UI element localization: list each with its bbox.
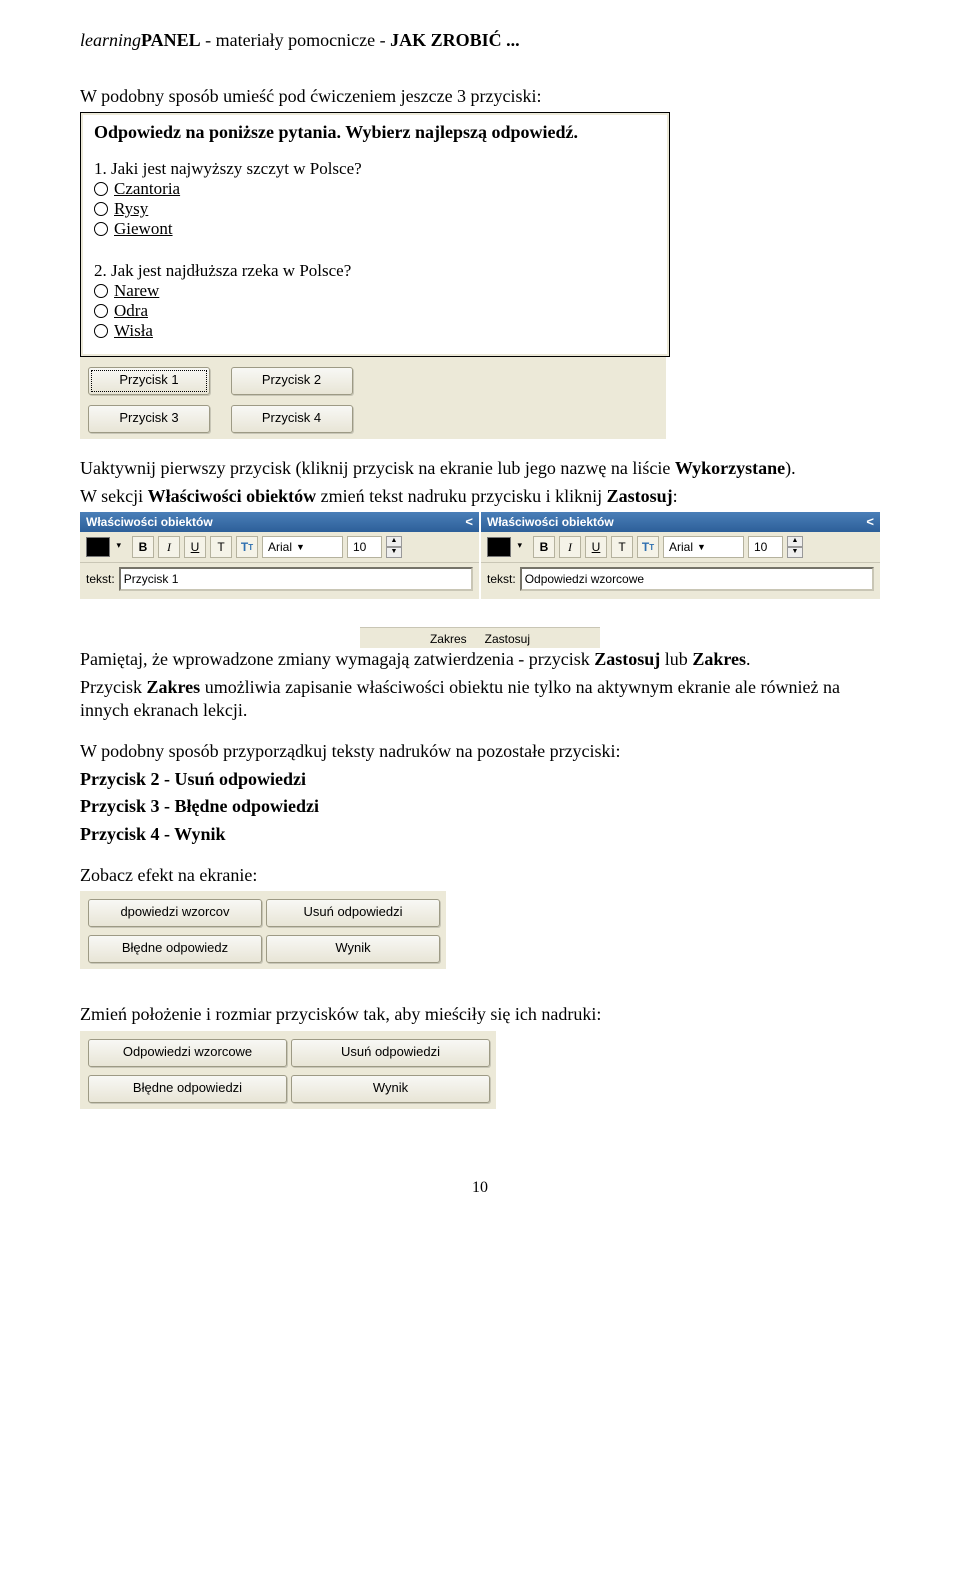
size-spinner[interactable]: ▲▼ bbox=[787, 536, 803, 558]
zastosuj-header[interactable]: Zastosuj bbox=[485, 632, 530, 646]
hdr-tail: JAK ZROBIĆ ... bbox=[390, 30, 520, 50]
size-input[interactable]: 10 bbox=[347, 536, 382, 558]
hdr-mid: - materiały pomocnicze - bbox=[201, 30, 390, 50]
eff2-btn-2[interactable]: Usuń odpowiedzi bbox=[291, 1039, 490, 1067]
radio-icon bbox=[94, 324, 108, 338]
exercise-title: Odpowiedz na poniższe pytania. Wybierz n… bbox=[94, 122, 656, 143]
collapse-icon[interactable]: < bbox=[465, 512, 473, 532]
underline-button[interactable]: U bbox=[585, 536, 607, 558]
format-toolbar: B I U T TT Arial▼ 10 ▲▼ bbox=[481, 532, 880, 563]
properties-panel-right: Właściwości obiektów < B I U T TT Arial▼… bbox=[481, 512, 880, 599]
eff2-btn-4[interactable]: Wynik bbox=[291, 1075, 490, 1103]
przycisk-2-button[interactable]: Przycisk 2 bbox=[231, 367, 353, 395]
tekst-input-left[interactable]: Przycisk 1 bbox=[119, 567, 473, 591]
para-activate: Uaktywnij pierwszy przycisk (kliknij prz… bbox=[80, 457, 880, 480]
bold-button[interactable]: B bbox=[533, 536, 555, 558]
q2-opt-3[interactable]: Wisła bbox=[94, 321, 656, 341]
effect-grid-1: dpowiedzi wzorcov Usuń odpowiedzi Błędne… bbox=[80, 891, 446, 969]
zakres-zastosuj-bar: Zakres Zastosuj bbox=[360, 627, 600, 648]
para-assign: W podobny sposób przyporządkuj teksty na… bbox=[80, 740, 880, 763]
przycisk-1-button[interactable]: Przycisk 1 bbox=[88, 367, 210, 395]
q2-opt-1[interactable]: Narew bbox=[94, 281, 656, 301]
page-number: 10 bbox=[80, 1179, 880, 1197]
effect-grid-2: Odpowiedzi wzorcowe Usuń odpowiedzi Błęd… bbox=[80, 1031, 496, 1109]
text-button[interactable]: T bbox=[611, 536, 633, 558]
radio-icon bbox=[94, 182, 108, 196]
font-color-icon[interactable]: TT bbox=[637, 536, 659, 558]
bold-button[interactable]: B bbox=[132, 536, 154, 558]
q1-opt-1[interactable]: Czantoria bbox=[94, 179, 656, 199]
eff-btn-4[interactable]: Wynik bbox=[266, 935, 440, 963]
size-spinner[interactable]: ▲▼ bbox=[386, 536, 402, 558]
question-2: 2. Jak jest najdłuższa rzeka w Polsce? bbox=[94, 261, 656, 281]
font-color-icon[interactable]: TT bbox=[236, 536, 258, 558]
przycisk-4-button[interactable]: Przycisk 4 bbox=[231, 405, 353, 433]
przycisk-3-button[interactable]: Przycisk 3 bbox=[88, 405, 210, 433]
question-1: 1. Jaki jest najwyższy szczyt w Polsce? bbox=[94, 159, 656, 179]
properties-titlebar: Właściwości obiektów < bbox=[80, 512, 479, 532]
color-picker[interactable] bbox=[487, 537, 511, 557]
para-zakres-desc: Przycisk Zakres umożliwia zapisanie właś… bbox=[80, 676, 880, 723]
zakres-header[interactable]: Zakres bbox=[430, 632, 467, 646]
eff-btn-2[interactable]: Usuń odpowiedzi bbox=[266, 899, 440, 927]
eff2-btn-3[interactable]: Błędne odpowiedzi bbox=[88, 1075, 287, 1103]
radio-icon bbox=[94, 222, 108, 236]
q2-opt-2[interactable]: Odra bbox=[94, 301, 656, 321]
hdr-panel: PANEL bbox=[141, 30, 201, 50]
hdr-learning: learning bbox=[80, 30, 141, 50]
font-dropdown[interactable]: Arial▼ bbox=[262, 536, 343, 558]
map-2: Przycisk 2 - Usuń odpowiedzi bbox=[80, 768, 880, 791]
color-picker[interactable] bbox=[86, 537, 110, 557]
para-properties-instr: W sekcji Właściwości obiektów zmień teks… bbox=[80, 485, 880, 508]
page-header: learningPANEL - materiały pomocnicze - J… bbox=[80, 30, 880, 51]
q1-opt-2[interactable]: Rysy bbox=[94, 199, 656, 219]
radio-icon bbox=[94, 304, 108, 318]
format-toolbar: B I U T TT Arial▼ 10 ▲▼ bbox=[80, 532, 479, 563]
italic-button[interactable]: I bbox=[158, 536, 180, 558]
tekst-label: tekst: bbox=[487, 572, 516, 586]
radio-icon bbox=[94, 284, 108, 298]
italic-button[interactable]: I bbox=[559, 536, 581, 558]
font-dropdown[interactable]: Arial▼ bbox=[663, 536, 744, 558]
underline-button[interactable]: U bbox=[184, 536, 206, 558]
properties-panel-left: Właściwości obiektów < B I U T TT Arial▼… bbox=[80, 512, 479, 599]
eff-btn-3[interactable]: Błędne odpowiedz bbox=[88, 935, 262, 963]
button-grid: Przycisk 1 Przycisk 2 Przycisk 3 Przycis… bbox=[80, 357, 666, 439]
size-input[interactable]: 10 bbox=[748, 536, 783, 558]
see-effect: Zobacz efekt na ekranie: bbox=[80, 864, 880, 887]
eff2-btn-1[interactable]: Odpowiedzi wzorcowe bbox=[88, 1039, 287, 1067]
resize-text: Zmień położenie i rozmiar przycisków tak… bbox=[80, 1003, 880, 1026]
radio-icon bbox=[94, 202, 108, 216]
exercise-panel: Odpowiedz na poniższe pytania. Wybierz n… bbox=[80, 112, 670, 357]
text-button[interactable]: T bbox=[210, 536, 232, 558]
tekst-label: tekst: bbox=[86, 572, 115, 586]
intro-text: W podobny sposób umieść pod ćwiczeniem j… bbox=[80, 85, 880, 108]
eff-btn-1[interactable]: dpowiedzi wzorcov bbox=[88, 899, 262, 927]
q1-opt-3[interactable]: Giewont bbox=[94, 219, 656, 239]
map-4: Przycisk 4 - Wynik bbox=[80, 823, 880, 846]
map-3: Przycisk 3 - Błędne odpowiedzi bbox=[80, 795, 880, 818]
collapse-icon[interactable]: < bbox=[866, 512, 874, 532]
tekst-input-right[interactable]: Odpowiedzi wzorcowe bbox=[520, 567, 874, 591]
properties-titlebar: Właściwości obiektów < bbox=[481, 512, 880, 532]
properties-row: Właściwości obiektów < B I U T TT Arial▼… bbox=[80, 512, 880, 599]
exercise-content: Odpowiedz na poniższe pytania. Wybierz n… bbox=[83, 115, 667, 354]
para-remember: Pamiętaj, że wprowadzone zmiany wymagają… bbox=[80, 648, 880, 671]
